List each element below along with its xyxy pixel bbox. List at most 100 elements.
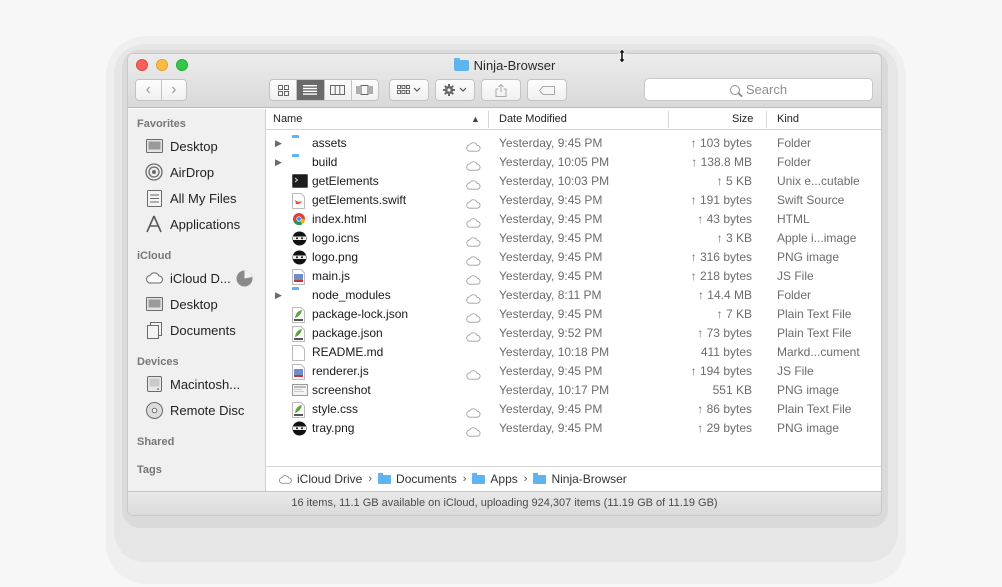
file-date: Yesterday, 8:11 PM — [499, 288, 602, 302]
sidebar-item-remote-disc[interactable]: Remote Disc — [145, 400, 244, 420]
sidebar-header-tags[interactable]: Tags — [137, 464, 162, 476]
path-item-icloud-drive[interactable]: iCloud Drive — [297, 472, 362, 486]
file-size: ↑ 3 KB — [716, 231, 752, 245]
file-size: ↑ 86 bytes — [697, 402, 752, 416]
file-name: screenshot — [312, 383, 371, 397]
path-bar: iCloud Drive › Documents › Apps › Ninja-… — [266, 466, 881, 491]
column-header-kind[interactable]: Kind — [777, 109, 799, 130]
file-name: tray.png — [312, 421, 355, 435]
disclosure-triangle-icon[interactable]: ▶ — [275, 286, 282, 305]
cloud-status-icon — [465, 329, 481, 342]
column-header-row: Name ▲ Date Modified Size Kind — [266, 109, 881, 130]
file-size: ↑ 103 bytes — [690, 136, 752, 150]
sidebar-item-label: Remote Disc — [170, 402, 245, 418]
file-date: Yesterday, 9:45 PM — [499, 402, 603, 416]
column-divider[interactable] — [488, 111, 489, 128]
column-header-date[interactable]: Date Modified — [499, 109, 567, 130]
file-row[interactable]: ▶ assets Yesterday, 9:45 PM ↑ 103 bytes Fold… — [266, 134, 881, 153]
sidebar-item-desktop[interactable]: Desktop — [145, 136, 218, 156]
sidebar-header-shared[interactable]: Shared — [137, 436, 174, 448]
file-size: ↑ 191 bytes — [690, 193, 752, 207]
file-name: node_modules — [312, 288, 391, 302]
file-row[interactable]: tray.png Yesterday, 9:45 PM ↑ 29 bytes PNG … — [266, 419, 881, 438]
file-row[interactable]: index.html Yesterday, 9:45 PM ↑ 43 bytes HT… — [266, 210, 881, 229]
file-date: Yesterday, 9:45 PM — [499, 212, 603, 226]
file-kind: JS File — [777, 364, 814, 378]
file-row[interactable]: main.js Yesterday, 9:45 PM ↑ 218 bytes JS F… — [266, 267, 881, 286]
disclosure-triangle-icon[interactable]: ▶ — [275, 153, 282, 172]
path-item-documents[interactable]: Documents — [396, 472, 457, 486]
sidebar-item-icloud-desktop[interactable]: Desktop — [145, 294, 218, 314]
upload-progress-icon — [236, 270, 253, 287]
documents-icon — [145, 321, 163, 339]
file-size: ↑ 43 bytes — [697, 212, 752, 226]
file-kind: Plain Text File — [777, 402, 852, 416]
file-row[interactable]: ▶ build Yesterday, 10:05 PM ↑ 138.8 MB Folde… — [266, 153, 881, 172]
folder-icon — [472, 472, 486, 484]
list-view-button[interactable] — [296, 80, 324, 100]
arrange-button[interactable] — [389, 79, 429, 101]
file-row[interactable]: package-lock.json Yesterday, 9:45 PM ↑ 7 K… — [266, 305, 881, 324]
file-date: Yesterday, 9:45 PM — [499, 193, 603, 207]
swift-file-icon — [292, 193, 308, 209]
disclosure-triangle-icon[interactable]: ▶ — [275, 134, 282, 153]
file-size: ↑ 14.4 MB — [697, 288, 752, 302]
status-bar: 16 items, 11.1 GB available on iCloud, u… — [128, 491, 881, 515]
path-item-apps[interactable]: Apps — [490, 472, 517, 486]
file-name: style.css — [312, 402, 359, 416]
column-divider[interactable] — [766, 111, 767, 128]
ninja-logo-icon — [292, 231, 308, 246]
back-button[interactable]: ‹ — [136, 80, 161, 100]
file-name: getElements.swift — [312, 193, 407, 207]
file-row[interactable]: renderer.js Yesterday, 9:45 PM ↑ 194 bytes… — [266, 362, 881, 381]
sidebar-item-label: iCloud D... — [170, 270, 231, 286]
json-file-icon — [292, 307, 308, 323]
file-kind: HTML — [777, 212, 810, 226]
file-date: Yesterday, 9:45 PM — [499, 364, 603, 378]
sidebar: Favorites Desktop AirDrop All My Files A… — [128, 109, 266, 491]
sidebar-item-applications[interactable]: Applications — [145, 214, 240, 234]
file-row[interactable]: ▶ node_modules Yesterday, 8:11 PM ↑ 14.4 MB… — [266, 286, 881, 305]
tag-button[interactable] — [527, 79, 567, 101]
file-size: ↑ 5 KB — [716, 174, 752, 188]
sidebar-item-label: Desktop — [170, 296, 218, 312]
column-header-size[interactable]: Size — [732, 109, 753, 130]
file-row[interactable]: getElements.swift Yesterday, 9:45 PM ↑ 191… — [266, 191, 881, 210]
cover-flow-button[interactable] — [350, 80, 378, 100]
file-row[interactable]: screenshot Yesterday, 10:17 PM 551 KB PNG i… — [266, 381, 881, 400]
column-view-button[interactable] — [323, 80, 351, 100]
cloud-status-icon — [465, 177, 481, 190]
forward-button[interactable]: › — [160, 80, 187, 100]
icon-view-button[interactable] — [270, 80, 296, 100]
search-field[interactable]: Search — [644, 78, 873, 101]
file-size: ↑ 194 bytes — [690, 364, 752, 378]
grid-icon — [277, 84, 289, 96]
sidebar-item-all-my-files[interactable]: All My Files — [145, 188, 236, 208]
action-button[interactable] — [435, 79, 475, 101]
column-header-name[interactable]: Name — [273, 109, 302, 130]
sidebar-item-documents[interactable]: Documents — [145, 320, 236, 340]
column-divider[interactable] — [668, 111, 669, 128]
file-date: Yesterday, 9:45 PM — [499, 136, 603, 150]
file-kind: PNG image — [777, 250, 840, 264]
file-size: ↑ 7 KB — [716, 307, 752, 321]
file-row[interactable]: getElements Yesterday, 10:03 PM ↑ 5 KB Unix… — [266, 172, 881, 191]
cloud-icon — [279, 474, 292, 484]
cloud-status-icon — [465, 310, 481, 323]
file-row[interactable]: logo.png Yesterday, 9:45 PM ↑ 316 bytes PNG… — [266, 248, 881, 267]
cover-flow-icon — [356, 85, 373, 95]
file-row[interactable]: logo.icns Yesterday, 9:45 PM ↑ 3 KB Apple i… — [266, 229, 881, 248]
sidebar-item-macintosh-hd[interactable]: Macintosh... — [145, 374, 240, 394]
json-file-icon — [292, 326, 308, 342]
path-item-ninja-browser[interactable]: Ninja-Browser — [551, 472, 626, 486]
share-icon — [495, 83, 507, 97]
cloud-status-icon — [465, 215, 481, 228]
file-kind: Folder — [777, 155, 812, 169]
file-row[interactable]: package.json Yesterday, 9:52 PM ↑ 73 bytes… — [266, 324, 881, 343]
file-row[interactable]: README.md Yesterday, 10:18 PM 411 bytes Mar… — [266, 343, 881, 362]
file-name: index.html — [312, 212, 367, 226]
share-button[interactable] — [481, 79, 521, 101]
file-row[interactable]: style.css Yesterday, 9:45 PM ↑ 86 bytes Pla… — [266, 400, 881, 419]
sidebar-item-icloud-drive[interactable]: iCloud D... — [145, 268, 231, 288]
sidebar-item-airdrop[interactable]: AirDrop — [145, 162, 214, 182]
